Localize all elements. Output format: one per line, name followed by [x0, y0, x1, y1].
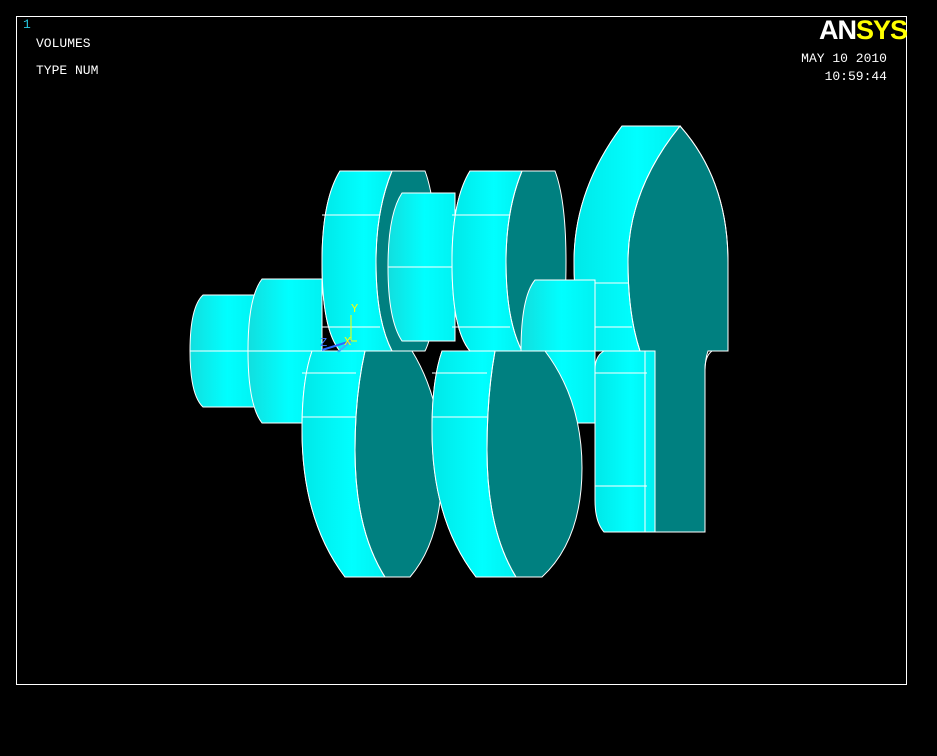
- model-viewport[interactable]: Y X Z: [0, 0, 937, 756]
- triad-z-label: Z: [320, 336, 327, 350]
- volume-crank-pin-1: [387, 192, 456, 342]
- volume-flywheel-lower-block: [594, 350, 656, 533]
- triad-x-label: X: [344, 335, 351, 349]
- volume-web-2-lower: [431, 350, 583, 578]
- crankshaft-model: [189, 125, 729, 578]
- volume-web-1-lower: [301, 350, 443, 578]
- triad-y-label: Y: [351, 302, 358, 316]
